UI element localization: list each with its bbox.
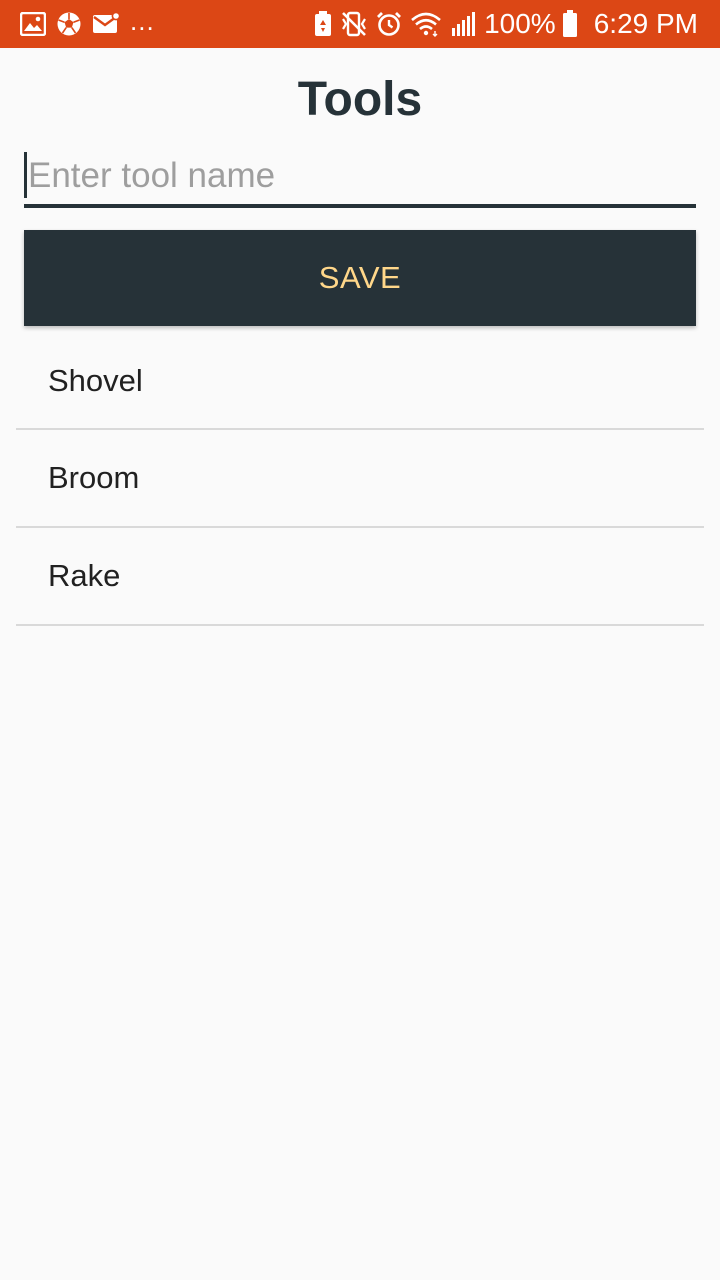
soccer-ball-icon <box>56 11 82 37</box>
save-button[interactable]: SAVE <box>24 230 696 326</box>
status-bar-left: ... <box>20 6 155 37</box>
status-bar: ... 100% 6:29 PM <box>0 0 720 48</box>
text-cursor <box>24 152 27 198</box>
mail-icon <box>92 12 120 36</box>
wifi-icon <box>410 11 442 37</box>
battery-saver-icon <box>314 11 332 37</box>
clock: 6:29 PM <box>593 8 698 39</box>
status-bar-right: 100% 6:29 PM <box>314 10 698 38</box>
tool-name-field[interactable] <box>24 148 696 208</box>
notification-overflow: ... <box>130 6 155 36</box>
list-item[interactable]: Rake <box>16 528 704 626</box>
battery-percent: 100% <box>484 8 556 39</box>
battery-icon <box>562 10 578 38</box>
alarm-icon <box>376 11 402 37</box>
tool-name-input[interactable] <box>24 148 696 204</box>
page-title: Tools <box>297 73 423 126</box>
list-item[interactable]: Broom <box>16 430 704 528</box>
mute-icon <box>340 11 368 37</box>
gallery-icon <box>20 12 46 36</box>
list-item[interactable]: Shovel <box>16 334 704 430</box>
tool-list: Shovel Broom Rake <box>16 334 704 626</box>
signal-icon <box>450 11 476 37</box>
